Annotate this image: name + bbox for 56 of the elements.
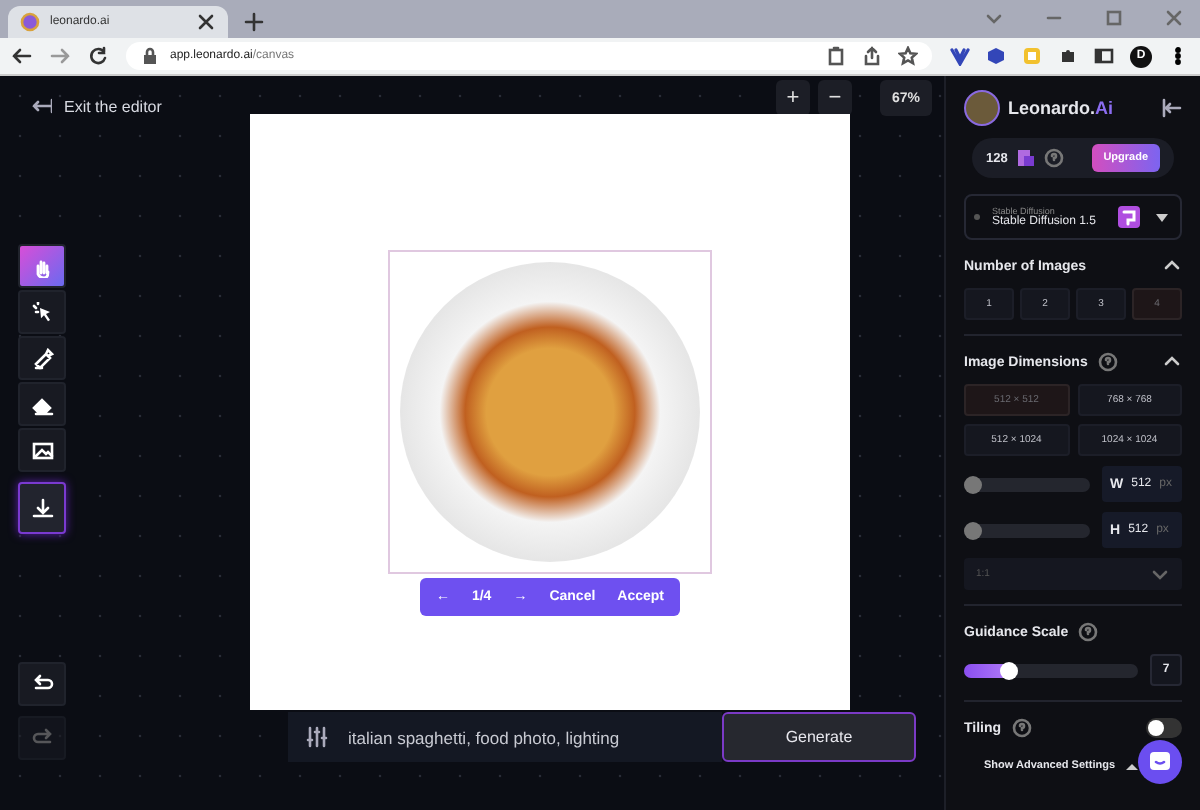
sidebar-icon[interactable]: [1094, 46, 1114, 66]
share-icon[interactable]: [862, 46, 882, 66]
eraser-icon: [31, 393, 53, 415]
lock-icon: [140, 46, 160, 66]
token-icon: [1015, 148, 1036, 168]
caret-icon: [1121, 758, 1138, 774]
prompt-input[interactable]: italian spaghetti, food photo, lighting: [348, 727, 706, 747]
slider-track[interactable]: [964, 523, 1090, 537]
image-tool-button[interactable]: [18, 428, 66, 472]
maximize-icon[interactable]: [1104, 8, 1124, 28]
brand-name: Leonardo.Ai: [1008, 98, 1116, 118]
help-icon[interactable]: [1078, 622, 1099, 642]
hand-tool-button[interactable]: [18, 244, 66, 288]
slider-thumb[interactable]: [964, 521, 982, 539]
slider-thumb[interactable]: [1000, 661, 1019, 679]
collapse-icon[interactable]: [1162, 98, 1182, 118]
globe-icon: [20, 12, 40, 32]
star-icon[interactable]: [898, 46, 918, 66]
download-icon: [31, 497, 53, 519]
help-icon[interactable]: [1097, 352, 1118, 372]
reload-icon[interactable]: [88, 46, 108, 66]
image-icon: [31, 439, 53, 461]
zoom-in-button[interactable]: +: [776, 80, 810, 116]
download-tool-button[interactable]: [18, 482, 66, 534]
slider-thumb[interactable]: [964, 475, 982, 493]
exit-editor-link[interactable]: Exit the editor: [32, 96, 162, 116]
new-tab-icon[interactable]: [244, 12, 264, 32]
close-icon[interactable]: [196, 12, 216, 32]
back-icon[interactable]: [12, 46, 32, 66]
avatar-placeholder: [964, 90, 1000, 126]
tiling-toggle[interactable]: [1146, 718, 1182, 738]
zoom-out-button[interactable]: −: [818, 80, 852, 116]
clipboard-icon[interactable]: [826, 46, 846, 66]
forward-icon[interactable]: [50, 46, 70, 66]
slider-track[interactable]: [964, 663, 1138, 677]
hand-icon: [31, 255, 53, 277]
select-tool-button[interactable]: [18, 290, 66, 334]
pointer-icon: [31, 301, 53, 323]
hexagon-icon[interactable]: [986, 46, 1006, 66]
generate-button[interactable]: Generate: [722, 712, 916, 762]
exit-icon: [32, 96, 52, 116]
prompt-field[interactable]: italian spaghetti, food photo, lighting: [288, 712, 722, 762]
brush-tool-button[interactable]: [18, 336, 66, 380]
v-logo-icon[interactable]: [950, 46, 970, 66]
undo-icon: [31, 673, 53, 695]
sliders-icon[interactable]: [306, 726, 328, 748]
eraser-tool-button[interactable]: [18, 382, 66, 426]
help-icon[interactable]: [1011, 718, 1032, 738]
redo-icon: [31, 727, 53, 749]
help-icon[interactable]: [1043, 148, 1064, 168]
undo-button[interactable]: [18, 662, 66, 706]
bullet-icon: [974, 214, 980, 220]
model-badge-icon: [1118, 206, 1140, 228]
slider-track[interactable]: [964, 477, 1090, 491]
brush-icon: [31, 347, 53, 369]
chat-icon: [1148, 750, 1172, 774]
